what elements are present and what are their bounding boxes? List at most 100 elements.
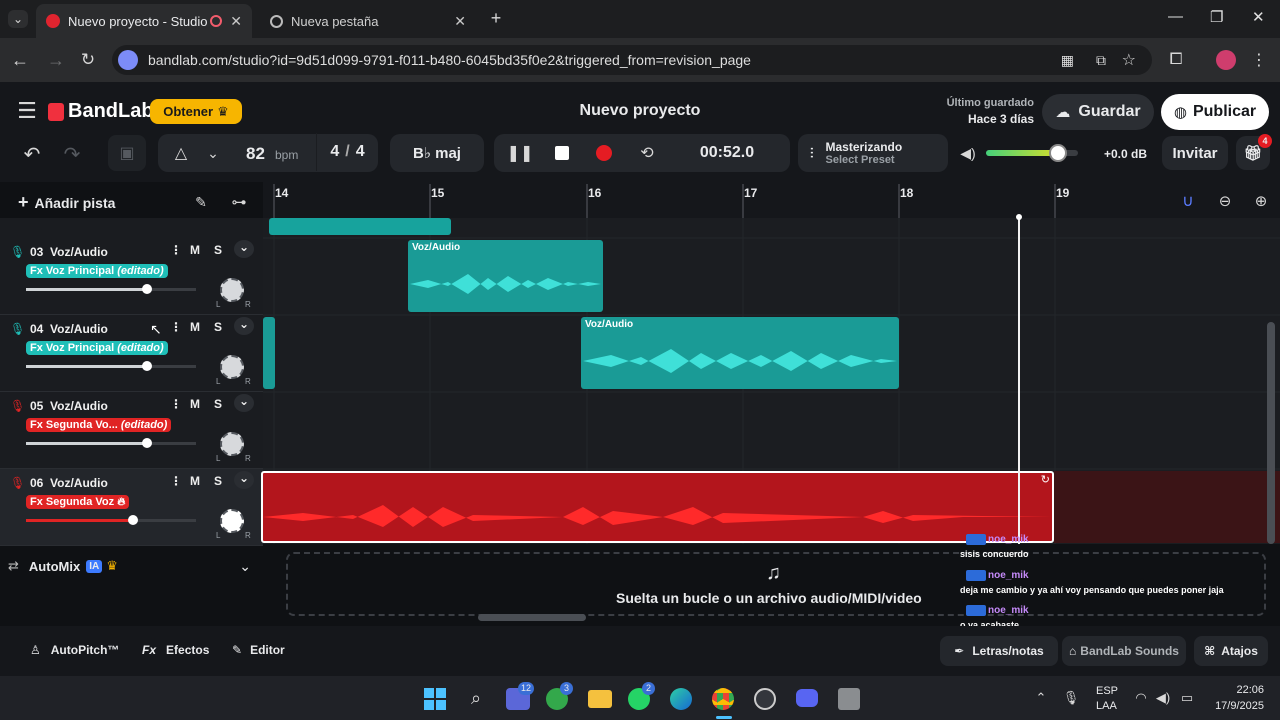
track-expand-icon[interactable]: ⌄	[234, 317, 254, 335]
speaker-icon[interactable]: ◀)	[1154, 688, 1172, 708]
track-header-03[interactable]: 🎙︎ 03 Voz/Audio ⋮ M S ⌄ Fx Voz Principal…	[0, 238, 263, 315]
pen-tool-icon[interactable]: ✎	[190, 192, 212, 212]
horizontal-scrollbar[interactable]	[478, 614, 586, 621]
fx-chip[interactable]: Fx Segunda Vo... (editado)	[26, 418, 172, 432]
close-tab-icon[interactable]: ✕	[230, 13, 242, 30]
bpm-value[interactable]: 82	[246, 144, 265, 164]
mute-button[interactable]: M	[190, 474, 200, 488]
maximize-icon[interactable]: ❐	[1210, 8, 1223, 26]
tab-search-chevron-icon[interactable]: ⌄	[8, 10, 28, 28]
audio-clip[interactable]	[269, 218, 451, 235]
back-icon[interactable]: ←	[10, 50, 30, 70]
track-expand-icon[interactable]: ⌄	[234, 394, 254, 412]
language-1[interactable]: ESP	[1096, 685, 1118, 697]
tab-new[interactable]: Nueva pestaña ✕	[258, 4, 476, 38]
autopitch-button[interactable]: ♙ AutoPitch™	[30, 643, 119, 657]
stop-icon[interactable]	[555, 146, 569, 160]
minimize-icon[interactable]: —	[1168, 8, 1183, 25]
metronome-dropdown-icon[interactable]: ⌄	[204, 142, 222, 164]
close-window-icon[interactable]: ✕	[1252, 8, 1265, 26]
volume-slider[interactable]	[26, 438, 196, 448]
audio-clip[interactable]	[263, 317, 275, 389]
solo-button[interactable]: S	[214, 474, 222, 488]
mixer-icon[interactable]: ⊶	[226, 190, 252, 214]
volume-knob[interactable]	[128, 515, 139, 525]
mute-button[interactable]: M	[190, 397, 200, 411]
volume-knob[interactable]	[141, 361, 152, 371]
timeline-ruler[interactable]: 14 15 16 17 18 19	[263, 182, 1280, 218]
windows-start-icon[interactable]	[424, 688, 446, 710]
wifi-icon[interactable]: ◠	[1132, 688, 1150, 708]
track-header-04[interactable]: 🎙︎ 04 Voz/Audio ⋮ M S ⌄ Fx Voz Principal…	[0, 315, 263, 392]
lyrics-button[interactable]: ✒ Letras/notas	[940, 636, 1058, 666]
invite-button[interactable]: Invitar	[1162, 136, 1228, 170]
effects-button[interactable]: Fx Efectos	[142, 643, 209, 657]
track-expand-icon[interactable]: ⌄	[234, 471, 254, 489]
edge-icon[interactable]	[670, 688, 692, 710]
fx-chip[interactable]: Fx Segunda Voz 🔥︎	[26, 495, 130, 509]
track-lanes[interactable]: Voz/Audio Voz/Audio ↻	[261, 218, 1280, 544]
mastering-button[interactable]: ⫶ Masterizando Select Preset	[798, 134, 948, 172]
profile-avatar[interactable]	[1216, 50, 1236, 70]
solo-button[interactable]: S	[214, 397, 222, 411]
track-header-06[interactable]: 🎙︎ 06 Voz/Audio ⋮ M S ⌄ Fx Segunda Voz 🔥…	[0, 469, 263, 546]
close-tab-icon[interactable]: ✕	[454, 13, 466, 30]
redo-icon[interactable]: ↷	[60, 142, 84, 166]
pan-knob[interactable]	[220, 355, 244, 379]
zoom-in-icon[interactable]: ⊕	[1250, 190, 1272, 212]
fx-chip[interactable]: Fx Voz Principal (editado)	[26, 341, 168, 355]
audio-clip[interactable]: Voz/Audio	[408, 240, 603, 312]
hamburger-menu-icon[interactable]: ☰	[16, 98, 38, 123]
microphone-tray-icon[interactable]: 🎙︎	[1062, 688, 1080, 708]
bandlab-logo[interactable]: BandLab	[48, 100, 154, 123]
battery-icon[interactable]: ▭	[1178, 688, 1196, 708]
playhead[interactable]	[1018, 218, 1020, 544]
pan-knob[interactable]	[220, 278, 244, 302]
time-display[interactable]: 00:52.0	[680, 144, 774, 162]
time-signature[interactable]: 4 / 4	[316, 133, 378, 171]
master-volume-knob[interactable]	[1048, 144, 1067, 162]
track-options-icon[interactable]: ⋮	[170, 397, 182, 411]
volume-slider[interactable]	[26, 515, 196, 525]
undo-icon[interactable]: ↶	[20, 142, 44, 166]
save-button[interactable]: ☁ Guardar	[1042, 94, 1154, 130]
chrome-taskbar-icon[interactable]	[712, 688, 734, 710]
show-hidden-icons[interactable]: ⌃	[1032, 688, 1050, 708]
game-icon[interactable]	[838, 688, 860, 710]
loop-region-icon[interactable]: ▣	[108, 135, 146, 171]
pause-icon[interactable]: ❚❚	[507, 142, 534, 164]
no-track-icon[interactable]: ▦	[1061, 52, 1074, 69]
volume-knob[interactable]	[141, 438, 152, 448]
automix-expand-icon[interactable]: ⌄	[239, 558, 251, 575]
search-icon[interactable]: ⌕	[464, 686, 488, 710]
forward-icon[interactable]: →	[46, 50, 66, 70]
automix-row[interactable]: ⇄ AutoMix IA ♛ ⌄	[0, 548, 263, 584]
audio-clip-selected[interactable]: ↻	[261, 471, 1054, 543]
track-options-icon[interactable]: ⋮	[170, 320, 182, 334]
volume-knob[interactable]	[141, 284, 152, 294]
file-explorer-icon[interactable]	[588, 690, 612, 708]
vertical-scrollbar[interactable]	[1267, 322, 1275, 544]
obtener-button[interactable]: Obtener ♛	[150, 99, 242, 124]
zoom-out-icon[interactable]: ⊖	[1214, 190, 1236, 212]
fx-chip[interactable]: Fx Voz Principal (editado)	[26, 264, 168, 278]
drop-zone[interactable]: ♫ Suelta un bucle o un archivo audio/MID…	[286, 552, 1266, 616]
loop-handle-icon[interactable]: ↻	[1041, 473, 1050, 486]
tab-studio[interactable]: Nuevo proyecto - Studio ✕	[36, 4, 252, 38]
reload-icon[interactable]: ↻	[78, 50, 98, 70]
master-volume-icon[interactable]: ◀)	[958, 142, 978, 164]
playhead-head[interactable]	[1016, 214, 1022, 220]
project-title[interactable]: Nuevo proyecto	[540, 102, 740, 120]
snap-magnet-icon[interactable]: ∪	[1176, 188, 1200, 214]
pan-knob[interactable]	[220, 509, 244, 533]
bookmark-star-icon[interactable]: ☆	[1122, 50, 1136, 70]
editor-button[interactable]: ✎ Editor	[232, 643, 285, 657]
metronome-icon[interactable]: △	[170, 142, 192, 164]
discord-icon[interactable]	[796, 689, 818, 707]
sounds-button[interactable]: ⌂ BandLab Sounds	[1062, 636, 1186, 666]
solo-button[interactable]: S	[214, 243, 222, 257]
clock-date[interactable]: 17/9/2025	[1196, 700, 1264, 712]
cast-icon[interactable]: ⧉	[1096, 52, 1106, 69]
extensions-icon[interactable]: ⧠	[1166, 50, 1186, 70]
master-volume-slider[interactable]	[986, 144, 1078, 162]
